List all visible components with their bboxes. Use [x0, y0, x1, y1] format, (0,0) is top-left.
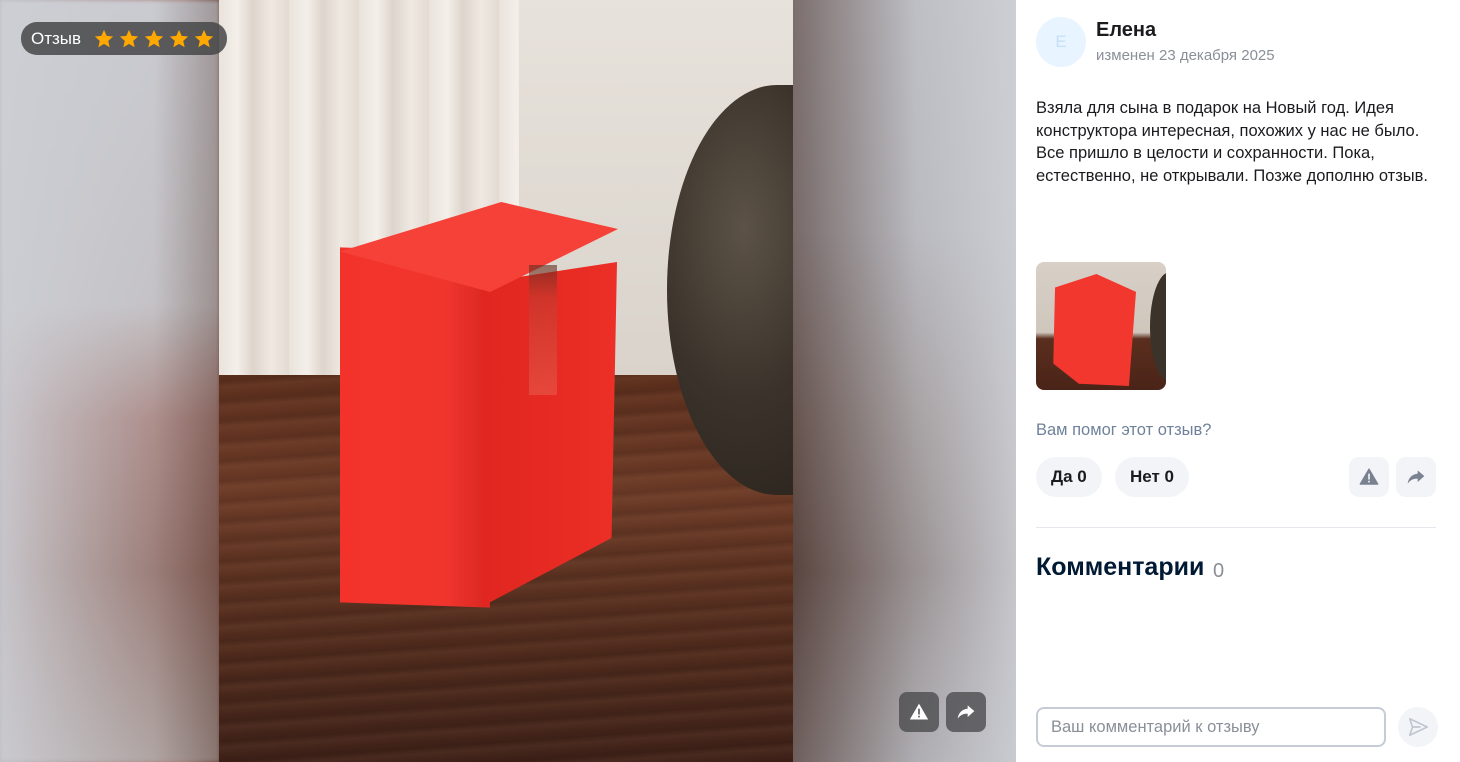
star-icon: [194, 29, 214, 47]
star-icon: [144, 29, 164, 47]
review-author: Елена: [1096, 19, 1157, 41]
rating-chip: Отзыв: [21, 22, 228, 55]
star-icon: [169, 29, 189, 47]
avatar: Е: [1036, 17, 1086, 67]
comments-title: Комментарии: [1036, 553, 1205, 581]
comments-count: 0: [1213, 560, 1225, 582]
review-text-paragraph: Все пришло в целости и сохранности. Пока…: [1036, 144, 1428, 185]
photo-box-front: [340, 247, 490, 608]
rating-chip-label: Отзыв: [31, 28, 82, 48]
send-icon: [1408, 717, 1428, 737]
thumbnail-box: [1053, 274, 1136, 386]
helpful-question: Вам помог этот отзыв?: [1036, 421, 1212, 439]
warning-icon: [1359, 468, 1379, 485]
vote-yes-button[interactable]: Да 0: [1036, 457, 1102, 497]
vote-no-label: Нет 0: [1130, 467, 1175, 486]
section-divider: [1036, 527, 1436, 528]
photo-blur-background-left: [0, 0, 220, 762]
review-photo-thumbnail[interactable]: [1036, 262, 1166, 390]
review-panel: Е Елена изменен 23 декабря 2025 Взяла дл…: [1016, 0, 1460, 762]
thumbnail-vase: [1150, 272, 1166, 382]
share-icon: [957, 705, 975, 719]
star-icon: [119, 29, 139, 47]
share-review-button[interactable]: [1396, 457, 1436, 497]
review-date: изменен 23 декабря 2025: [1096, 47, 1275, 64]
rating-stars: [93, 28, 215, 50]
star-icon: [94, 29, 114, 47]
media-report-button[interactable]: [899, 692, 939, 732]
review-text-paragraph: Взяла для сына в подарок на Новый год. И…: [1036, 99, 1420, 140]
media-share-button[interactable]: [946, 692, 986, 732]
share-icon: [1407, 470, 1425, 484]
vote-yes-label: Да 0: [1051, 467, 1087, 486]
report-review-button[interactable]: [1349, 457, 1389, 497]
media-viewer: Отзыв: [0, 0, 1016, 762]
comment-input[interactable]: [1036, 707, 1386, 747]
review-photo[interactable]: [219, 0, 793, 762]
vote-no-button[interactable]: Нет 0: [1115, 457, 1190, 497]
review-text: Взяла для сына в подарок на Новый год. И…: [1036, 97, 1446, 187]
photo-box-label: [529, 265, 557, 395]
review-viewer: Отзыв Е Елена изменен 23 декабря 2025 Вз…: [0, 0, 1460, 762]
photo-blur-background-right: [793, 0, 1016, 762]
warning-icon: [909, 703, 929, 720]
send-comment-button[interactable]: [1398, 707, 1438, 747]
